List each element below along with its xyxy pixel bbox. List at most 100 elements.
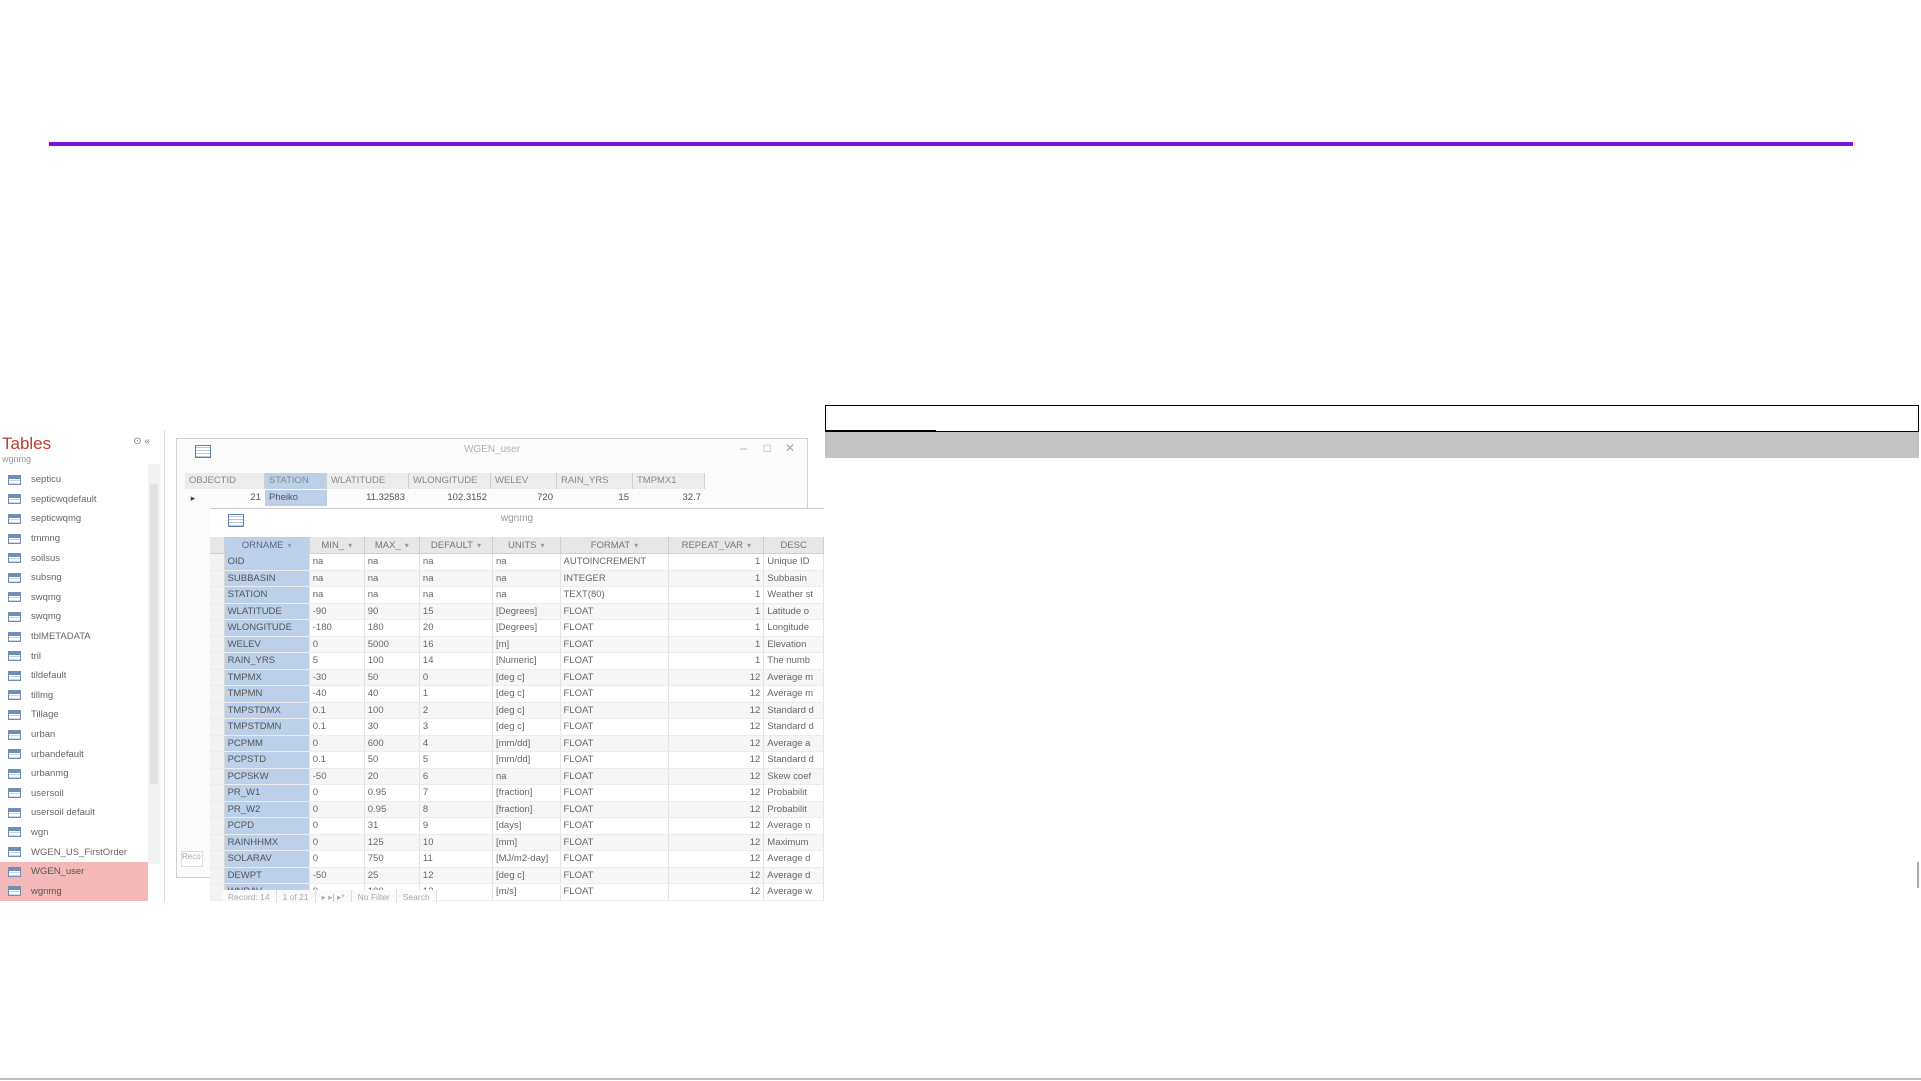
nav-table-item[interactable]: swqmg [0, 607, 148, 627]
nav-table-item[interactable]: subsng [0, 568, 148, 588]
column-header[interactable]: DEFAULT ▾ [419, 537, 493, 554]
table-cell[interactable]: TMPSTDMN [224, 718, 310, 736]
table-cell[interactable]: Pheiko [265, 490, 327, 506]
table-row[interactable]: PCPMM 0 600 4 [mm/dd] FLOAT 12 Average a [210, 735, 824, 752]
table-cell[interactable]: PR_W1 [224, 784, 310, 802]
table-cell[interactable]: 16 [419, 636, 493, 653]
table-cell[interactable]: FLOAT [560, 619, 670, 637]
table-cell[interactable]: 102.3152 [409, 490, 491, 506]
nav-pane-buttons[interactable]: ⊙ « [133, 436, 150, 447]
record-nav-arrows-icon[interactable]: ▸ ▸| ▸* [315, 890, 352, 902]
table-cell[interactable]: 20 [419, 619, 493, 637]
table-row[interactable]: TMPMN -40 40 1 [deg c] FLOAT 12 Average m [210, 685, 824, 703]
table-cell[interactable]: FLOAT [560, 751, 670, 769]
table-row[interactable]: TMPMX -30 50 0 [deg c] FLOAT 12 Average m [210, 669, 824, 686]
table-cell[interactable]: 750 [364, 850, 420, 868]
table-cell[interactable]: RAIN_YRS [224, 652, 310, 670]
table-cell[interactable]: RAINHHMX [224, 834, 310, 851]
table-cell[interactable]: FLOAT [560, 718, 670, 736]
table-cell[interactable]: [Degrees] [492, 619, 561, 637]
record-selector[interactable] [210, 718, 225, 736]
nav-table-item[interactable]: septicwqdefault [0, 490, 148, 510]
table-cell[interactable]: FLOAT [560, 669, 670, 686]
table-row[interactable]: WLONGITUDE -180 180 20 [Degrees] FLOAT 1 Longit… [210, 619, 824, 637]
table-cell[interactable]: -30 [309, 669, 365, 686]
table-cell[interactable]: na [419, 553, 493, 571]
table-cell[interactable]: Probabilit [763, 784, 824, 802]
table-cell[interactable]: 12 [668, 685, 765, 703]
nav-table-item[interactable]: usersoil [0, 784, 148, 804]
table-cell[interactable]: 8 [419, 801, 493, 818]
table-cell[interactable]: INTEGER [560, 570, 670, 587]
table-cell[interactable]: Average d [763, 867, 824, 884]
nav-table-item[interactable]: Tillage [0, 705, 148, 725]
table-cell[interactable]: Average m [763, 685, 824, 703]
table-cell[interactable]: na [309, 553, 365, 571]
table-cell[interactable]: FLOAT [560, 603, 670, 620]
table-row[interactable]: WELEV 0 5000 16 [m] FLOAT 1 Elevation [210, 636, 824, 653]
search-field[interactable]: Search [396, 890, 437, 902]
table-cell[interactable]: TMPMN [224, 685, 310, 703]
table-cell[interactable]: PCPSTD [224, 751, 310, 769]
sort-filter-dropdown-icon[interactable]: ▾ [405, 541, 409, 550]
maximize-icon[interactable]: □ [764, 441, 771, 455]
table-cell[interactable]: [days] [492, 817, 561, 835]
nav-table-item[interactable]: WGEN_US_FirstOrder [0, 842, 148, 862]
table-cell[interactable]: 14 [419, 652, 493, 670]
table-cell[interactable]: 1 [668, 586, 765, 604]
table-cell[interactable]: [deg c] [492, 702, 561, 719]
nav-table-item[interactable]: soilsus [0, 548, 148, 568]
column-header[interactable]: STATION [265, 473, 327, 489]
nav-table-item[interactable]: tmmng [0, 529, 148, 549]
table-cell[interactable]: 0 [309, 801, 365, 818]
table-cell[interactable]: na [364, 570, 420, 587]
table-cell[interactable]: na [419, 586, 493, 604]
table-cell[interactable]: TMPSTDMX [224, 702, 310, 719]
sort-filter-dropdown-icon[interactable]: ▾ [634, 541, 638, 550]
table-cell[interactable]: FLOAT [560, 685, 670, 703]
table-cell[interactable]: 1 [419, 685, 493, 703]
nav-table-item[interactable]: urbanmg [0, 764, 148, 784]
table-row[interactable]: DEWPT -50 25 12 [deg c] FLOAT 12 Average d [210, 867, 824, 884]
table-cell[interactable]: Standard d [763, 718, 824, 736]
table-cell[interactable]: PR_W2 [224, 801, 310, 818]
table-cell[interactable]: [m] [492, 636, 561, 653]
table-cell[interactable]: 5 [309, 652, 365, 670]
filter-status[interactable]: No Filter [351, 890, 397, 902]
table-row[interactable]: WLATITUDE -90 90 15 [Degrees] FLOAT 1 Latitude … [210, 603, 824, 620]
table-cell[interactable]: 30 [364, 718, 420, 736]
table-cell[interactable]: 7 [419, 784, 493, 802]
table-cell[interactable]: DEWPT [224, 867, 310, 884]
column-header[interactable]: DESC [763, 537, 824, 554]
table-cell[interactable]: Average m [763, 669, 824, 686]
record-selector[interactable] [210, 603, 225, 620]
column-header[interactable]: TMPMX1 [633, 473, 705, 489]
table-cell[interactable]: 1 [668, 652, 765, 670]
table-cell[interactable]: 0.1 [309, 702, 365, 719]
table-cell[interactable]: 12 [668, 669, 765, 686]
table-cell[interactable]: -40 [309, 685, 365, 703]
table-cell[interactable]: 180 [364, 619, 420, 637]
nav-search-input[interactable]: wgnmg [2, 454, 147, 466]
nav-table-item[interactable]: wgnmg [0, 881, 148, 902]
column-header[interactable]: UNITS ▾ [492, 537, 561, 554]
table-cell[interactable]: 1 [668, 619, 765, 637]
table-cell[interactable]: WLATITUDE [224, 603, 310, 620]
nav-scroll-thumb[interactable] [150, 484, 158, 784]
table-cell[interactable]: [m/s] [492, 883, 561, 901]
column-header[interactable]: MAX_ ▾ [364, 537, 420, 554]
table-cell[interactable]: 0 [309, 850, 365, 868]
table-cell[interactable]: -50 [309, 867, 365, 884]
table-cell[interactable]: 31 [364, 817, 420, 835]
table-cell[interactable]: STATION [224, 586, 310, 604]
table-cell[interactable]: PCPD [224, 817, 310, 835]
table-cell[interactable]: na [309, 570, 365, 587]
record-selector[interactable] [210, 801, 225, 818]
table-cell[interactable]: 12 [668, 702, 765, 719]
table-cell[interactable]: 0.1 [309, 751, 365, 769]
record-selector[interactable] [210, 817, 225, 835]
table-cell[interactable]: 1 [668, 636, 765, 653]
table-row[interactable]: RAIN_YRS 5 100 14 [Numeric] FLOAT 1 The numb [210, 652, 824, 670]
record-selector[interactable] [210, 702, 225, 719]
nav-table-item[interactable]: usersoil default [0, 803, 148, 823]
